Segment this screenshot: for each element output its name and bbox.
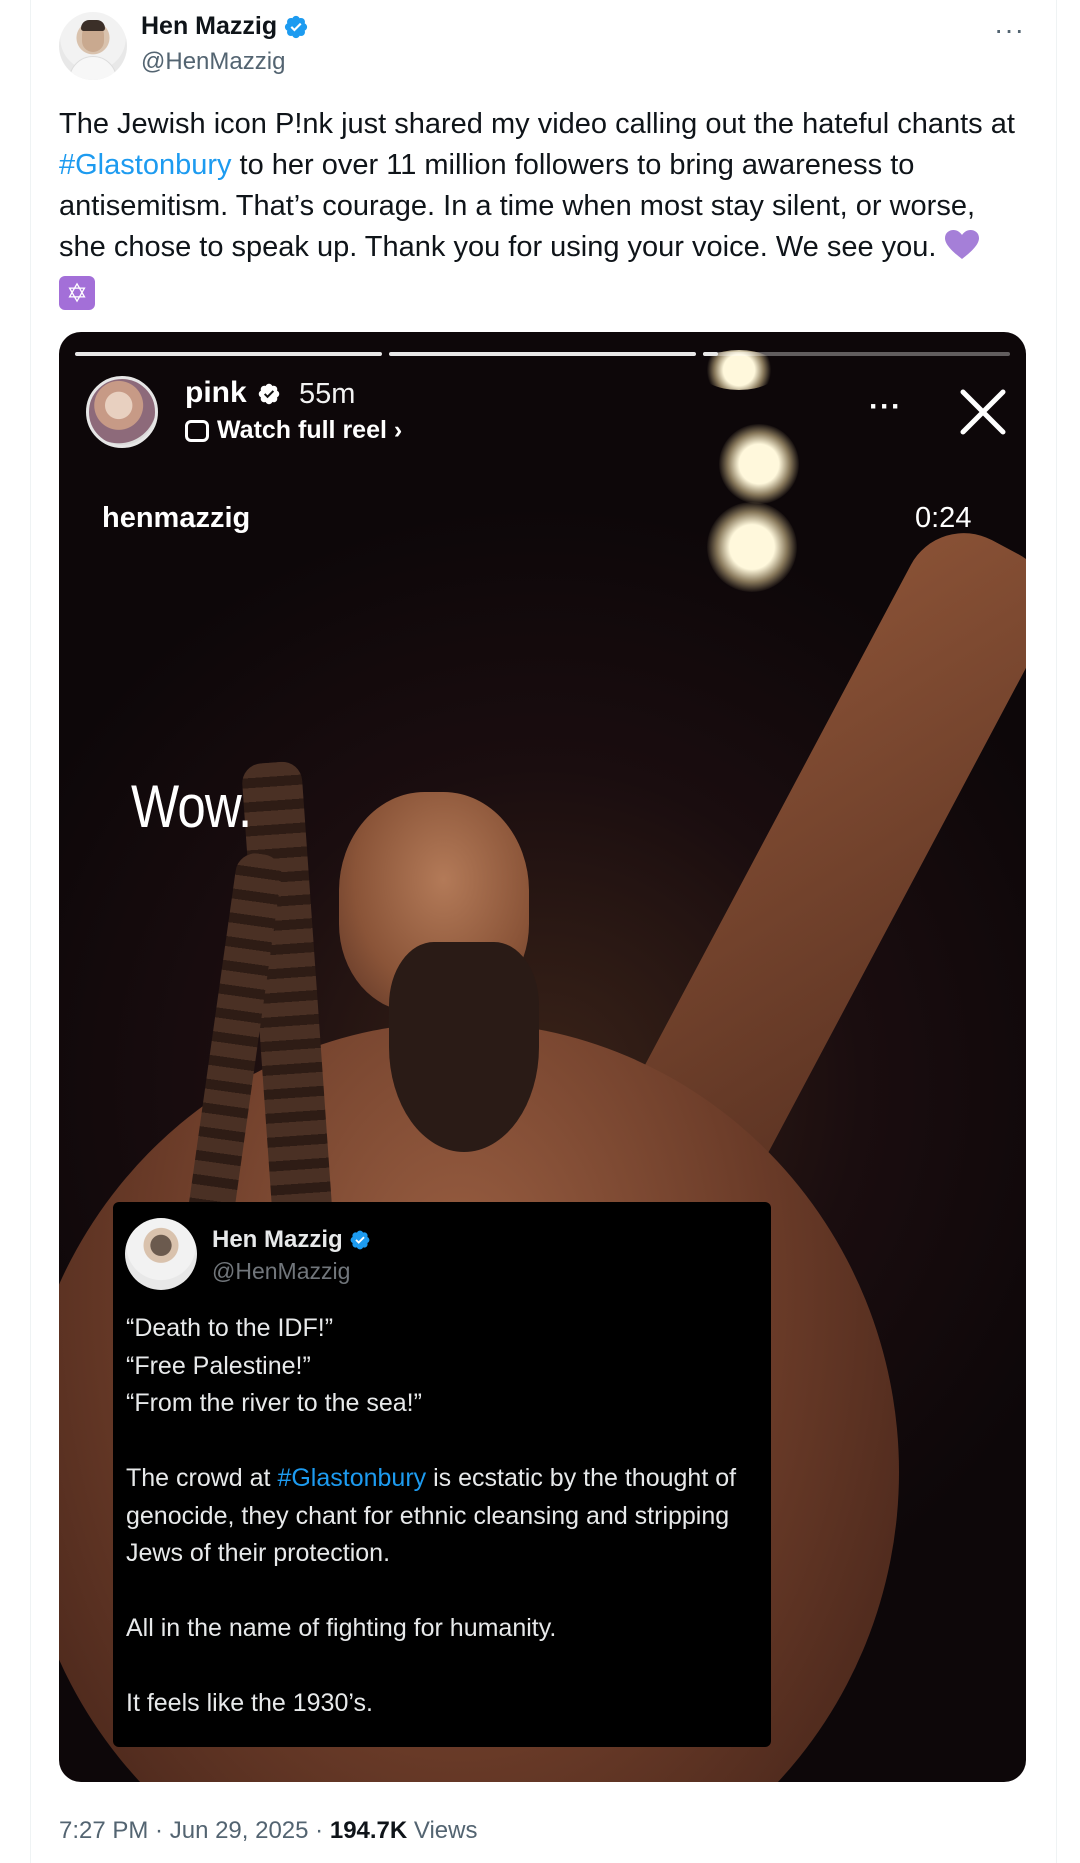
story-avatar[interactable] bbox=[86, 376, 158, 448]
caption-text: Wow. bbox=[131, 773, 252, 840]
left-divider bbox=[30, 0, 31, 1863]
embedded-post-card: Hen Mazzig @HenMazzig “Death to the IDF!… bbox=[113, 1202, 771, 1747]
tweet: Hen Mazzig @HenMazzig ··· The Jewish ico… bbox=[0, 0, 1080, 1863]
separator: · bbox=[148, 1817, 170, 1844]
reel-icon bbox=[185, 419, 209, 442]
story-progress-2 bbox=[389, 352, 696, 356]
tweet-text-part: The Jewish icon P!nk just shared my vide… bbox=[59, 108, 1015, 140]
author-name-row[interactable]: Hen Mazzig bbox=[141, 12, 309, 41]
hashtag-link[interactable]: #Glastonbury bbox=[59, 149, 232, 181]
avatar[interactable] bbox=[59, 12, 127, 80]
story-age: 55m bbox=[299, 378, 356, 410]
watch-full-reel-label: Watch full reel › bbox=[217, 416, 403, 444]
embedded-text: “Death to the IDF!” “Free Palestine!” “F… bbox=[126, 1310, 756, 1723]
post-time[interactable]: 7:27 PM bbox=[59, 1817, 148, 1844]
story-progress-1 bbox=[75, 352, 382, 356]
stage-light bbox=[699, 350, 779, 390]
story-more-icon[interactable]: ··· bbox=[869, 390, 902, 424]
more-icon[interactable]: ··· bbox=[994, 14, 1025, 46]
embedded-handle: @HenMazzig bbox=[212, 1258, 351, 1284]
views-count: 194.7K bbox=[329, 1817, 408, 1844]
embedded-line: “From the river to the sea!” bbox=[126, 1389, 422, 1417]
media-image[interactable]: pink 55m Watch full reel › ··· henmazzig… bbox=[59, 332, 1026, 1782]
embedded-text-part: The crowd at bbox=[126, 1464, 278, 1492]
stage-light bbox=[719, 424, 799, 504]
overlay-username: henmazzig bbox=[102, 502, 251, 534]
video-timestamp: 0:24 bbox=[915, 502, 972, 534]
embedded-line: “Death to the IDF!” bbox=[126, 1314, 334, 1342]
embedded-paragraph: It feels like the 1930’s. bbox=[126, 1689, 373, 1717]
embedded-line: “Free Palestine!” bbox=[126, 1351, 311, 1380]
verified-badge-icon bbox=[258, 383, 280, 405]
story-progress-3 bbox=[703, 352, 1010, 356]
display-name[interactable]: Hen Mazzig bbox=[141, 12, 277, 41]
embedded-avatar bbox=[125, 1218, 197, 1290]
star-of-david-icon: ✡ bbox=[59, 276, 95, 310]
close-icon[interactable] bbox=[955, 384, 1011, 440]
stage-light bbox=[707, 502, 797, 592]
tweet-text: The Jewish icon P!nk just shared my vide… bbox=[59, 104, 1019, 310]
purple-heart-icon bbox=[944, 230, 979, 259]
tweet-meta: 7:27 PM · Jun 29, 2025 · 194.7K Views bbox=[59, 1817, 478, 1845]
embedded-paragraph: The crowd at #Glastonbury is ecstatic by… bbox=[126, 1460, 756, 1573]
beard bbox=[389, 942, 539, 1152]
embedded-paragraph: All in the name of fighting for humanity… bbox=[126, 1614, 557, 1642]
right-divider bbox=[1056, 0, 1057, 1863]
post-date[interactable]: Jun 29, 2025 bbox=[170, 1817, 309, 1844]
story-progress-3-fill bbox=[703, 352, 719, 356]
embedded-hashtag: #Glastonbury bbox=[277, 1464, 427, 1492]
watch-full-reel-link[interactable]: Watch full reel › bbox=[185, 416, 402, 445]
embedded-name-row: Hen Mazzig bbox=[212, 1226, 371, 1254]
views-label: Views bbox=[407, 1817, 478, 1844]
story-username[interactable]: pink bbox=[185, 376, 247, 410]
handle[interactable]: @HenMazzig bbox=[141, 48, 285, 76]
separator: · bbox=[308, 1817, 330, 1844]
embedded-display-name: Hen Mazzig bbox=[212, 1226, 343, 1253]
verified-badge-icon bbox=[285, 15, 308, 38]
verified-badge-icon bbox=[350, 1230, 370, 1250]
